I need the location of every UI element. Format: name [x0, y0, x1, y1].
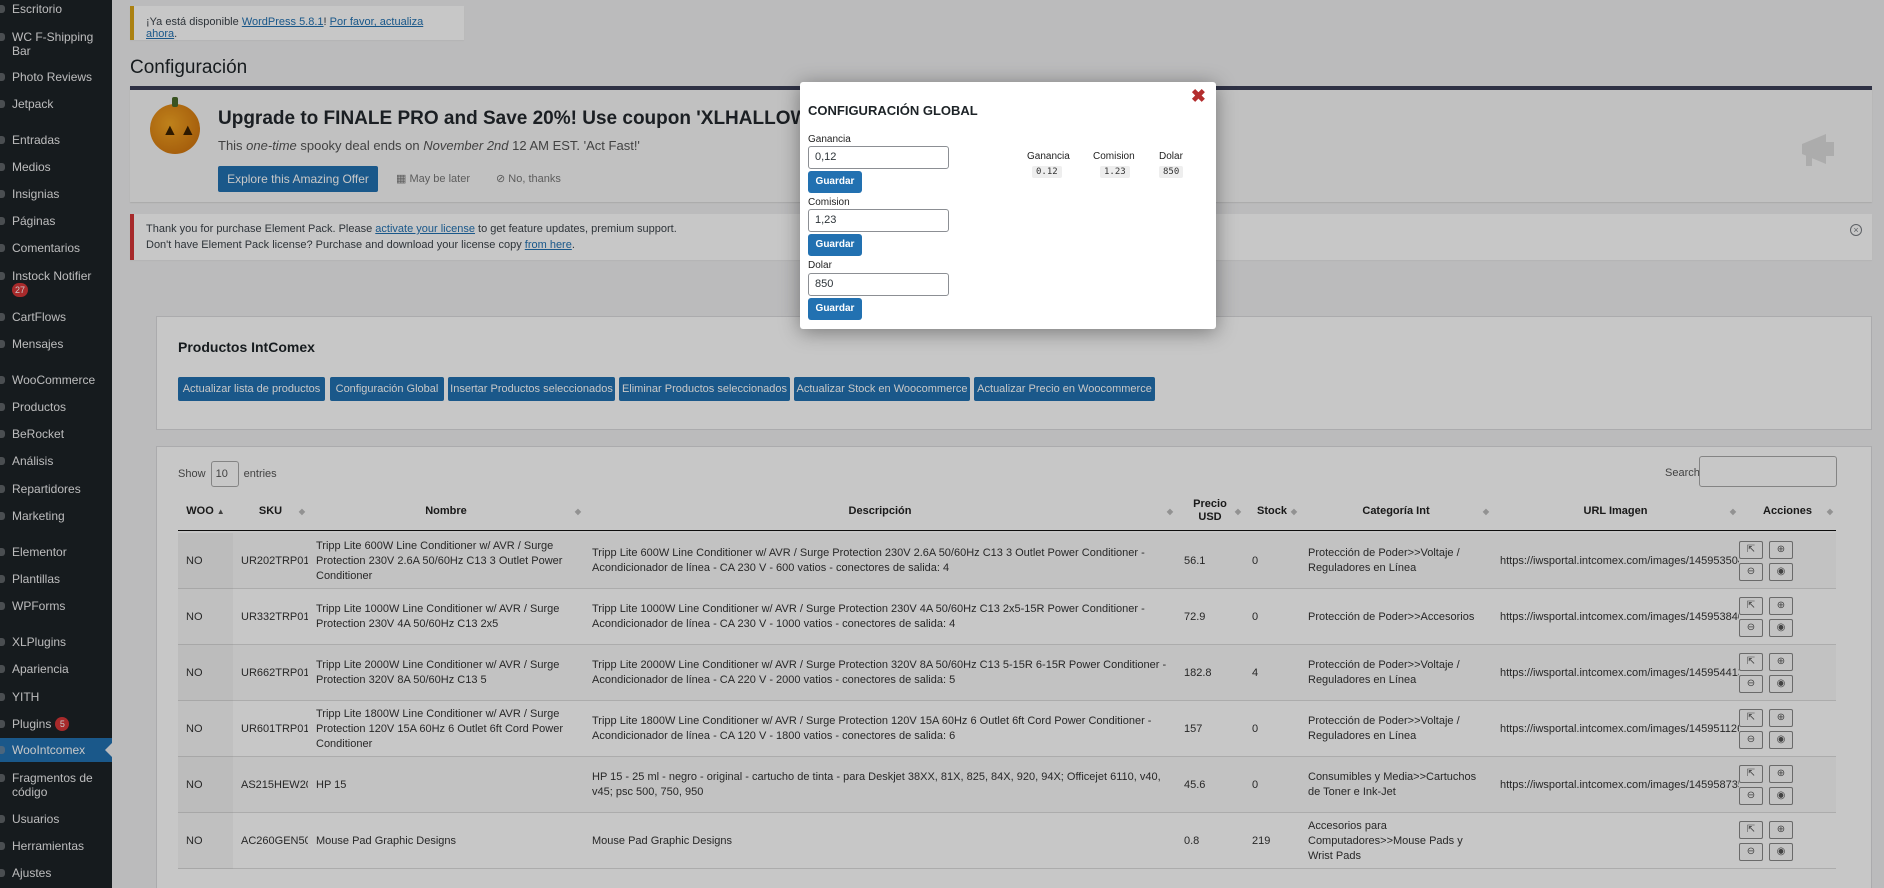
- summary-dolar-label: Dolar: [1159, 151, 1183, 162]
- summary-dolar-value: 850: [1159, 166, 1184, 178]
- close-icon[interactable]: ✖: [1191, 86, 1206, 106]
- dolar-input[interactable]: 850: [808, 273, 949, 296]
- comision-input[interactable]: 1,23: [808, 209, 949, 232]
- comision-label: Comision: [808, 197, 850, 208]
- global-config-modal: ✖ CONFIGURACIÓN GLOBAL Ganancia 0,12 Gua…: [800, 82, 1216, 329]
- ganancia-label: Ganancia: [808, 134, 851, 145]
- summary-ganancia-label: Ganancia: [1027, 151, 1070, 162]
- dolar-label: Dolar: [808, 260, 832, 271]
- summary-comision-label: Comision: [1093, 151, 1135, 162]
- summary-ganancia-value: 0.12: [1032, 166, 1062, 178]
- modal-title: CONFIGURACIÓN GLOBAL: [808, 103, 978, 118]
- summary-comision-value: 1.23: [1100, 166, 1130, 178]
- save-comision-button[interactable]: Guardar: [808, 234, 862, 256]
- save-dolar-button[interactable]: Guardar: [808, 298, 862, 320]
- save-ganancia-button[interactable]: Guardar: [808, 171, 862, 193]
- ganancia-input[interactable]: 0,12: [808, 146, 949, 169]
